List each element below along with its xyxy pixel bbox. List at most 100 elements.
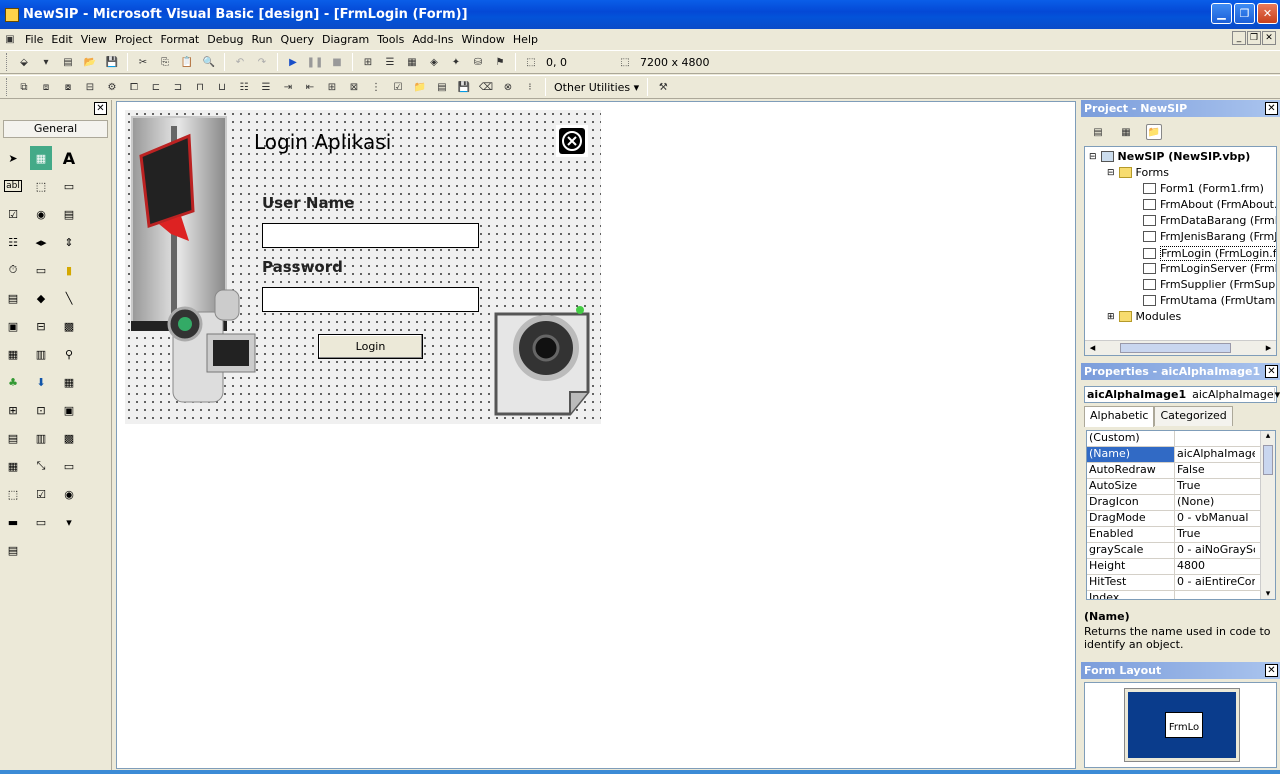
toolbox-general-tab[interactable]: General <box>3 120 108 138</box>
property-row[interactable]: Enabled True <box>1087 527 1275 543</box>
add-project-icon[interactable]: ⬙ <box>16 54 32 70</box>
end-icon[interactable]: ■ <box>329 54 345 70</box>
object-selector[interactable]: aicAlphaImage1 aicAlphaImage ▾ <box>1084 386 1280 403</box>
tool-icon-m[interactable]: ▭ <box>58 454 80 478</box>
project-tree[interactable]: ⊟ NewSIP (NewSIP.vbp) ⊟ Forms Form1 (Form1… <box>1084 146 1277 356</box>
menu-edit[interactable]: Edit <box>47 33 76 46</box>
property-value[interactable] <box>1175 591 1255 599</box>
close-icon[interactable] <box>556 125 588 157</box>
object-browser-icon[interactable]: ◈ <box>426 54 442 70</box>
login-button[interactable]: Login <box>318 334 423 359</box>
tool-icon-j[interactable]: ▩ <box>58 426 80 450</box>
view-object-icon[interactable]: ▦ <box>1118 124 1134 140</box>
drivelistbox-tool-icon[interactable]: ▭ <box>30 258 52 282</box>
tool-icon-h[interactable]: ▤ <box>2 426 24 450</box>
tree-item-frmabout[interactable]: FrmAbout (FrmAbout.frm) <box>1143 198 1276 211</box>
tree-item-frmlogin[interactable]: FrmLogin (FrmLogin.frm) <box>1143 246 1276 261</box>
tool-icon-n[interactable]: ⬚ <box>2 482 24 506</box>
property-value[interactable]: 4800 <box>1175 559 1255 574</box>
align-top-icon[interactable]: ⊔ <box>214 79 230 95</box>
tree-item-frmdatabarang[interactable]: FrmDataBarang (FrmDat <box>1143 214 1276 227</box>
tool-icon-i[interactable]: ▥ <box>30 426 52 450</box>
tool-icon-5[interactable]: ⚙ <box>104 79 120 95</box>
menu-debug[interactable]: Debug <box>203 33 247 46</box>
data-view-icon[interactable]: ⛁ <box>470 54 486 70</box>
tree-item-frmutama[interactable]: FrmUtama (FrmUtama.fr <box>1143 294 1276 307</box>
tool-icon-10[interactable]: ⊗ <box>500 79 516 95</box>
toolbox-icon[interactable]: ✦ <box>448 54 464 70</box>
add-form-icon[interactable]: ▾ <box>38 54 54 70</box>
line-tool-icon[interactable]: ╲ <box>58 286 80 310</box>
list-numbered-icon[interactable]: ☷ <box>236 79 252 95</box>
tool-icon-q[interactable]: ▬ <box>2 510 24 534</box>
paste-icon[interactable]: 📋 <box>179 54 195 70</box>
tool-icon-a[interactable]: ▥ <box>30 342 52 366</box>
menu-project[interactable]: Project <box>111 33 157 46</box>
folder-icon[interactable]: 📁 <box>412 79 428 95</box>
tool-icon-3[interactable]: ⧇ <box>60 79 76 95</box>
tool-icon-e[interactable]: ⊞ <box>2 398 24 422</box>
password-input[interactable] <box>262 287 479 312</box>
toggle-folders-icon[interactable]: 📁 <box>1146 124 1162 140</box>
align-right-icon[interactable]: ⊓ <box>192 79 208 95</box>
toolbox-close-button[interactable]: ✕ <box>94 102 107 115</box>
tool-icon-6[interactable]: ⧠ <box>126 79 142 95</box>
tool-icon-r[interactable]: ▭ <box>30 510 52 534</box>
cut-icon[interactable]: ✂ <box>135 54 151 70</box>
tool-icon-f[interactable]: ⊡ <box>30 398 52 422</box>
menu-format[interactable]: Format <box>156 33 203 46</box>
form-menu-icon[interactable]: ▣ <box>2 31 18 47</box>
project-explorer-icon[interactable]: ⊞ <box>360 54 376 70</box>
checkbox-tool-icon[interactable]: ☑ <box>2 202 24 226</box>
combobox-tool-icon[interactable]: ▤ <box>58 202 80 226</box>
tool-icon-k[interactable]: ▦ <box>2 454 24 478</box>
undo-icon[interactable]: ↶ <box>232 54 248 70</box>
restore-button[interactable]: ❐ <box>1234 3 1255 24</box>
start-icon[interactable]: ▶ <box>285 54 301 70</box>
properties-window-icon[interactable]: ☰ <box>382 54 398 70</box>
property-row[interactable]: grayScale0 - aiNoGrayScale <box>1087 543 1275 559</box>
tool-icon-9[interactable]: ⋮ <box>368 79 384 95</box>
tool-icon-2[interactable]: ⧈ <box>38 79 54 95</box>
tool-icon-d[interactable]: ⬇ <box>30 370 52 394</box>
tree-forms-folder[interactable]: ⊟ Forms <box>1107 166 1169 179</box>
camcorder-image[interactable] <box>165 282 265 412</box>
other-utilities-dropdown[interactable]: Other Utilities ▾ <box>554 81 639 94</box>
property-row[interactable]: (Custom) <box>1087 431 1275 447</box>
login-form[interactable]: Login Aplikasi User Name Password Login <box>125 110 601 424</box>
tool-icon-p[interactable]: ◉ <box>58 482 80 506</box>
username-input[interactable] <box>262 223 479 248</box>
pointer-tool-icon[interactable]: ➤ <box>2 146 24 170</box>
component-manager-icon[interactable]: ⚑ <box>492 54 508 70</box>
find-icon[interactable]: 🔍 <box>201 54 217 70</box>
tree-item-frmjenisbarang[interactable]: FrmJenisBarang (FrmJen <box>1143 230 1276 243</box>
chevron-down-icon[interactable]: ▾ <box>1273 388 1280 401</box>
copy-icon[interactable]: ⎘ <box>157 54 173 70</box>
form-layout-close-button[interactable]: ✕ <box>1265 664 1278 677</box>
align-center-icon[interactable]: ⊐ <box>170 79 186 95</box>
tool-icon-4[interactable]: ⊟ <box>82 79 98 95</box>
optionbutton-tool-icon[interactable]: ◉ <box>30 202 52 226</box>
alphaimage-tool-icon[interactable]: ▦ <box>2 342 24 366</box>
mdi-close-button[interactable]: ✕ <box>1262 31 1276 45</box>
tool-icon-7[interactable]: ⊞ <box>324 79 340 95</box>
label-tool-icon[interactable]: A <box>58 146 80 170</box>
shape-tool-icon[interactable]: ◆ <box>30 286 52 310</box>
tool-icon-8[interactable]: ⊠ <box>346 79 362 95</box>
picturebox-tool-icon[interactable]: ▦ <box>30 146 52 170</box>
property-row[interactable]: AutoSize True <box>1087 479 1275 495</box>
ole-tool-icon[interactable]: ▩ <box>58 314 80 338</box>
property-value[interactable]: (None) <box>1175 495 1255 510</box>
tab-categorized[interactable]: Categorized <box>1154 406 1233 426</box>
vscroll-tool-icon[interactable]: ⇕ <box>58 230 80 254</box>
project-hscrollbar[interactable]: ◂ ▸ <box>1085 340 1276 355</box>
tool-icon-t[interactable]: ▤ <box>2 538 24 562</box>
form-layout-icon[interactable]: ▦ <box>404 54 420 70</box>
menu-run[interactable]: Run <box>247 33 276 46</box>
frame-tool-icon[interactable]: ⬚ <box>30 174 52 198</box>
menu-file[interactable]: File <box>21 33 47 46</box>
listbox-tool-icon[interactable]: ☷ <box>2 230 24 254</box>
property-row[interactable]: Index <box>1087 591 1275 599</box>
properties-vscrollbar[interactable]: ▴ ▾ <box>1260 431 1275 599</box>
hscroll-tool-icon[interactable]: ◂▸ <box>30 230 52 254</box>
